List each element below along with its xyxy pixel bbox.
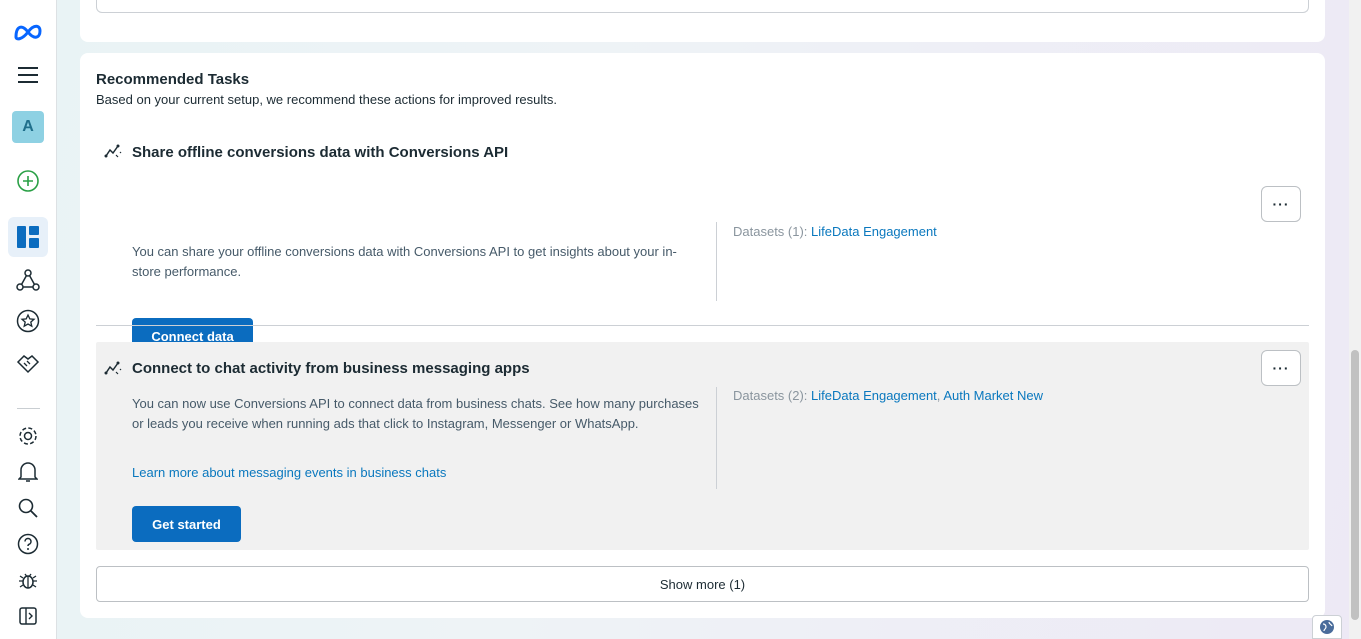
main-content: Recommended Tasks Based on your current … bbox=[57, 0, 1349, 639]
scrollbar[interactable] bbox=[1349, 0, 1361, 639]
language-globe-icon[interactable] bbox=[1312, 615, 1342, 639]
handshake-icon[interactable] bbox=[8, 343, 48, 383]
more-options-button[interactable]: ··· bbox=[1261, 186, 1301, 222]
menu-icon[interactable] bbox=[8, 55, 48, 95]
add-icon[interactable] bbox=[8, 161, 48, 201]
get-started-button[interactable]: Get started bbox=[132, 506, 241, 542]
star-icon[interactable] bbox=[8, 301, 48, 341]
recommended-tasks-subtitle: Based on your current setup, we recommen… bbox=[96, 92, 557, 107]
task-item: Share offline conversions data with Conv… bbox=[96, 131, 1309, 354]
bug-icon[interactable] bbox=[8, 560, 48, 600]
task-title: Connect to chat activity from business m… bbox=[132, 360, 530, 377]
left-sidebar: A bbox=[0, 0, 57, 639]
more-options-label: ··· bbox=[1272, 360, 1290, 376]
settings-icon[interactable] bbox=[8, 416, 48, 456]
previous-card-button[interactable] bbox=[96, 0, 1309, 13]
vertical-divider bbox=[716, 222, 717, 301]
datasets-info: Datasets (2): LifeData Engagement, Auth … bbox=[733, 388, 1043, 403]
collapse-sidebar-icon[interactable] bbox=[8, 596, 48, 636]
datasets-label: Datasets (1): bbox=[733, 224, 812, 239]
dataset-link[interactable]: Auth Market New bbox=[943, 388, 1043, 403]
task-item: Connect to chat activity from business m… bbox=[96, 342, 1309, 550]
avatar[interactable]: A bbox=[12, 111, 44, 143]
previous-card bbox=[80, 0, 1325, 42]
meta-logo-icon[interactable] bbox=[8, 12, 48, 52]
task-title: Share offline conversions data with Conv… bbox=[132, 144, 509, 161]
search-icon[interactable] bbox=[8, 488, 48, 528]
datasets-label: Datasets (2): bbox=[733, 388, 812, 403]
more-options-label: ··· bbox=[1272, 196, 1290, 212]
task-description: You can now use Conversions API to conne… bbox=[132, 396, 699, 431]
learn-more-link[interactable]: Learn more about messaging events in bus… bbox=[132, 465, 446, 480]
overview-icon[interactable] bbox=[8, 217, 48, 257]
help-icon[interactable] bbox=[8, 524, 48, 564]
task-description: You can share your offline conversions d… bbox=[132, 244, 677, 279]
sidebar-divider bbox=[17, 408, 40, 409]
datasets-info: Datasets (1): LifeData Engagement bbox=[733, 224, 937, 239]
dataset-link[interactable]: LifeData Engagement bbox=[811, 224, 937, 239]
scrollbar-thumb[interactable] bbox=[1351, 350, 1359, 620]
trend-icon bbox=[104, 143, 122, 164]
show-more-button[interactable]: Show more (1) bbox=[96, 566, 1309, 602]
dataset-link[interactable]: LifeData Engagement bbox=[811, 388, 937, 403]
trend-icon bbox=[104, 360, 122, 381]
vertical-divider bbox=[716, 387, 717, 489]
notifications-icon[interactable] bbox=[8, 452, 48, 492]
more-options-button[interactable]: ··· bbox=[1261, 350, 1301, 386]
network-icon[interactable] bbox=[8, 260, 48, 300]
task-separator bbox=[96, 325, 1309, 326]
avatar-letter: A bbox=[22, 118, 34, 135]
recommended-tasks-card: Recommended Tasks Based on your current … bbox=[80, 53, 1325, 618]
recommended-tasks-title: Recommended Tasks bbox=[96, 71, 250, 88]
